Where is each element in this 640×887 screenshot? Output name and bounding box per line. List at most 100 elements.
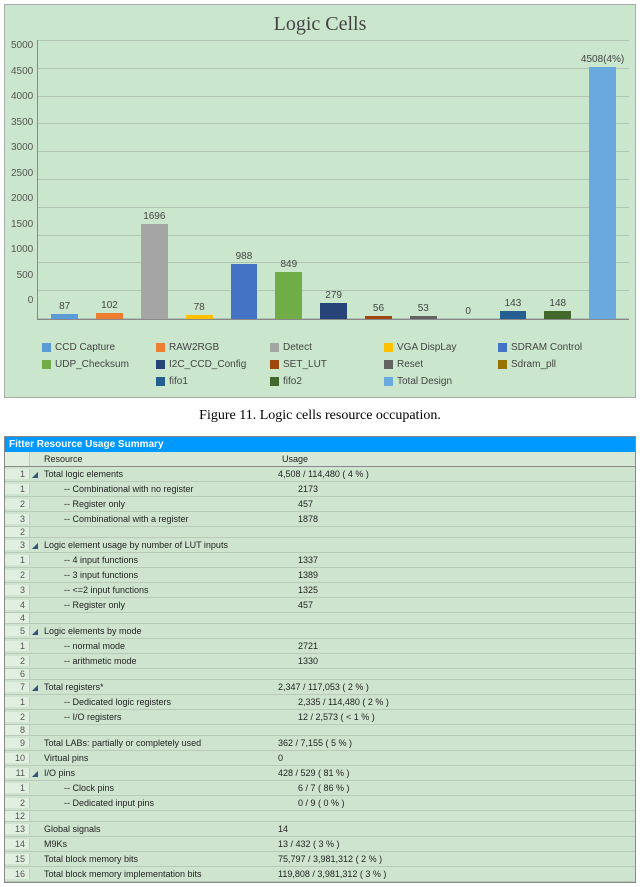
resource-name: Total registers* (40, 682, 274, 692)
table-row: 12 (5, 811, 635, 822)
table-row: 3-- Combinational with a register1878 (5, 512, 635, 527)
bar (231, 264, 258, 319)
row-number: 3 (5, 585, 30, 595)
legend-item: UDP_Checksum (42, 359, 142, 370)
legend-label: UDP_Checksum (55, 359, 129, 370)
row-number: 1 (5, 783, 30, 793)
table-row: 3◢Logic element usage by number of LUT i… (5, 538, 635, 553)
usage-value: 428 / 529 ( 81 % ) (274, 768, 635, 778)
row-number: 12 (5, 811, 30, 821)
usage-value: 1330 (294, 656, 635, 666)
y-tick: 2000 (11, 193, 33, 204)
row-number: 6 (5, 669, 30, 679)
resource-name: Total logic elements (40, 469, 274, 479)
bar-value-label: 78 (194, 302, 205, 313)
y-tick: 3500 (11, 117, 33, 128)
resource-name: Logic element usage by number of LUT inp… (40, 540, 274, 550)
resource-name: -- I/O registers (40, 712, 294, 722)
usage-value: 1325 (294, 585, 635, 595)
resource-name: -- 3 input functions (40, 570, 294, 580)
y-tick: 4000 (11, 91, 33, 102)
bar-value-label: 87 (59, 301, 70, 312)
fitter-resource-table: Fitter Resource Usage Summary Resource U… (4, 436, 636, 883)
expand-icon[interactable]: ◢ (30, 470, 40, 479)
legend-item: Sdram_pll (498, 359, 598, 370)
bar (51, 314, 78, 319)
bar-total-design: 4508(4%) (580, 40, 625, 319)
legend-item: Total Design (384, 376, 484, 387)
expand-icon[interactable]: ◢ (30, 541, 40, 550)
usage-value: 2,347 / 117,053 ( 2 % ) (274, 682, 635, 692)
row-number: 14 (5, 839, 30, 849)
row-number: 3 (5, 514, 30, 524)
table-row: 11◢I/O pins428 / 529 ( 81 % ) (5, 766, 635, 781)
legend-label: fifo2 (283, 376, 302, 387)
usage-value: 457 (294, 499, 635, 509)
y-tick: 2500 (11, 168, 33, 179)
row-number: 2 (5, 527, 30, 537)
table-row: 15Total block memory bits75,797 / 3,981,… (5, 852, 635, 867)
legend-swatch (42, 360, 51, 369)
resource-name: -- Combinational with no register (40, 484, 294, 494)
figure-caption: Figure 11. Logic cells resource occupati… (4, 408, 636, 424)
usage-value: 0 / 9 ( 0 % ) (294, 798, 635, 808)
legend-item: Detect (270, 342, 370, 353)
table-row: 2 -- 3 input functions1389 (5, 568, 635, 583)
bar-sdram-pll: 0 (446, 40, 491, 319)
row-number: 4 (5, 613, 30, 623)
usage-value: 6 / 7 ( 86 % ) (294, 783, 635, 793)
bar-raw2rgb: 102 (87, 40, 132, 319)
usage-value: 1337 (294, 555, 635, 565)
row-number: 2 (5, 656, 30, 666)
row-number: 5 (5, 626, 30, 636)
bar (320, 303, 347, 319)
usage-value: 13 / 432 ( 3 % ) (274, 839, 635, 849)
bar (500, 311, 527, 319)
y-tick: 1500 (11, 219, 33, 230)
bar-value-label: 279 (325, 290, 342, 301)
y-tick: 3000 (11, 142, 33, 153)
y-tick: 4500 (11, 66, 33, 77)
bar-udp-checksum: 849 (266, 40, 311, 319)
table-row: 1-- Clock pins6 / 7 ( 86 % ) (5, 781, 635, 796)
table-row: 4-- Register only457 (5, 598, 635, 613)
row-number: 2 (5, 499, 30, 509)
table-row: 2 -- arithmetic mode1330 (5, 654, 635, 669)
table-row: 4 (5, 613, 635, 624)
chart-title: Logic Cells (11, 13, 629, 36)
y-tick: 0 (28, 295, 34, 306)
y-tick: 500 (17, 270, 34, 281)
usage-value: 119,808 / 3,981,312 ( 3 % ) (274, 869, 635, 879)
resource-name: -- normal mode (40, 641, 294, 651)
legend-label: CCD Capture (55, 342, 115, 353)
usage-value: 0 (274, 753, 635, 763)
row-number: 3 (5, 540, 30, 550)
bar-value-label: 56 (373, 303, 384, 314)
expand-icon[interactable]: ◢ (30, 769, 40, 778)
legend-swatch (270, 343, 279, 352)
row-number: 2 (5, 570, 30, 580)
bar (365, 316, 392, 319)
row-number: 2 (5, 798, 30, 808)
table-row: 1-- 4 input functions1337 (5, 553, 635, 568)
resource-name: -- Dedicated input pins (40, 798, 294, 808)
expand-icon[interactable]: ◢ (30, 683, 40, 692)
bar-reset: 53 (401, 40, 446, 319)
resource-name: -- arithmetic mode (40, 656, 294, 666)
bar-detect: 1696 (132, 40, 177, 319)
table-row: 16Total block memory implementation bits… (5, 867, 635, 882)
bar-value-label: 102 (101, 300, 118, 311)
row-number: 1 (5, 484, 30, 494)
expand-icon[interactable]: ◢ (30, 627, 40, 636)
header-resource: Resource (40, 452, 278, 466)
resource-name: M9Ks (40, 839, 274, 849)
table-row: 1-- Dedicated logic registers2,335 / 114… (5, 695, 635, 710)
legend-label: SET_LUT (283, 359, 327, 370)
legend-label: Reset (397, 359, 423, 370)
legend-label: fifo1 (169, 376, 188, 387)
resource-name: -- Register only (40, 600, 294, 610)
usage-value: 1389 (294, 570, 635, 580)
legend-swatch (156, 343, 165, 352)
resource-name: Virtual pins (40, 753, 274, 763)
fitter-title: Fitter Resource Usage Summary (5, 437, 635, 452)
